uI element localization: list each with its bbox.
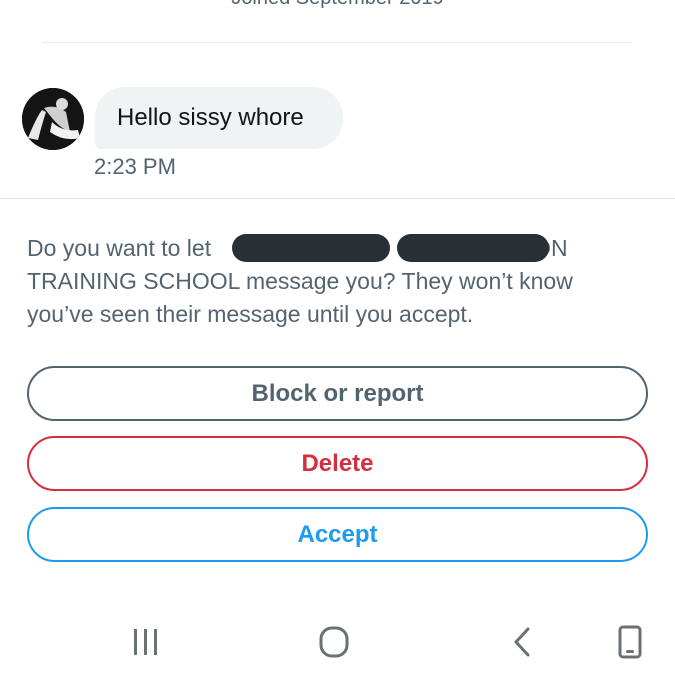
delete-button[interactable]: Delete	[27, 436, 648, 491]
block-or-report-label: Block or report	[251, 379, 424, 407]
divider	[0, 198, 675, 199]
redacted-name-block	[232, 234, 390, 262]
block-or-report-button[interactable]: Block or report	[27, 366, 648, 421]
avatar[interactable]	[22, 88, 84, 150]
accept-button[interactable]: Accept	[27, 507, 648, 562]
system-navigation-bar	[0, 610, 675, 680]
request-suffix: TRAINING SCHOOL message you? They won’t …	[27, 268, 573, 327]
joined-date: Joined September 2019	[0, 0, 675, 10]
recent-apps-icon[interactable]	[126, 624, 166, 660]
divider	[42, 42, 632, 43]
delete-label: Delete	[301, 449, 374, 477]
request-prefix: Do you want to let	[27, 235, 212, 261]
message-text: Hello sissy whore	[117, 104, 304, 131]
avatar-image	[22, 88, 84, 150]
message-bubble[interactable]: Hello sissy whore	[95, 87, 343, 149]
accept-label: Accept	[297, 520, 378, 548]
redacted-name-block	[397, 234, 549, 262]
back-icon[interactable]	[502, 624, 542, 660]
screenshot-icon[interactable]	[611, 624, 651, 660]
message-time: 2:23 PM	[94, 154, 176, 179]
home-icon[interactable]	[314, 624, 354, 660]
